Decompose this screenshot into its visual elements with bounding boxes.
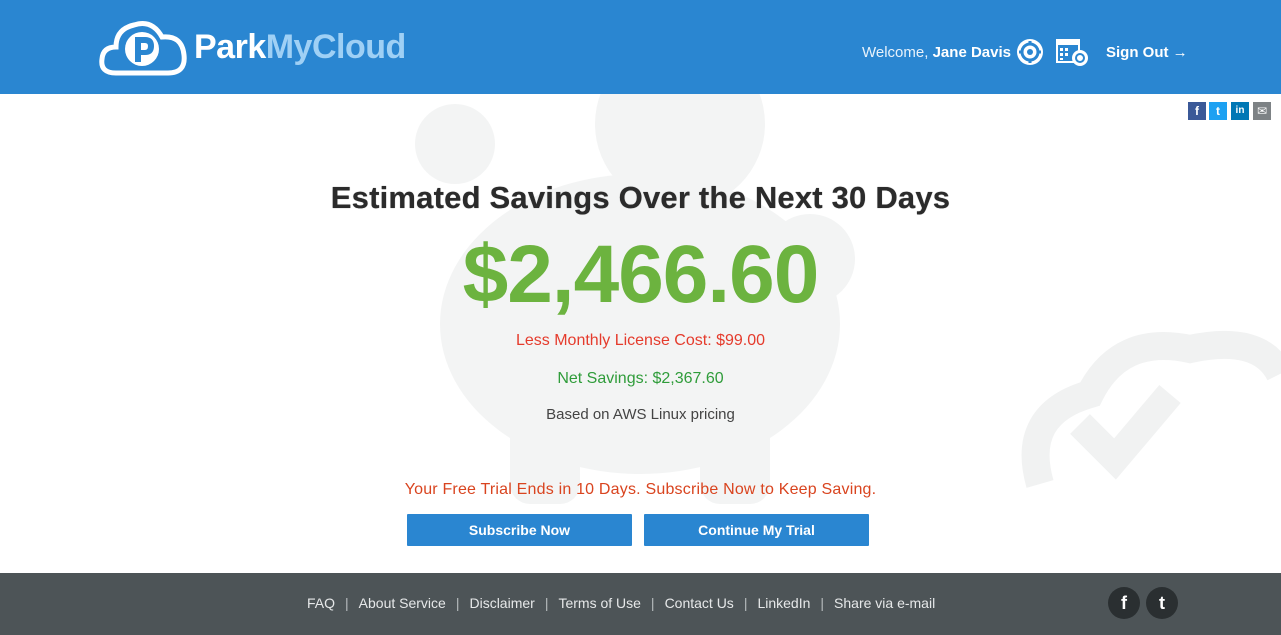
footer-separator: | [650,595,655,611]
facebook-share-icon[interactable]: f [1188,102,1206,120]
calendar-gear-icon[interactable] [1056,37,1090,67]
pricing-basis-text: Based on AWS Linux pricing [546,406,735,423]
twitter-share-icon[interactable]: t [1209,102,1227,120]
continue-trial-button[interactable]: Continue My Trial [644,514,869,546]
welcome-prefix: Welcome, [862,44,929,61]
savings-amount: $2,466.60 [462,229,820,320]
footer-bar: FAQ | About Service | Disclaimer | Terms of Us… [0,573,1281,635]
trial-notice: Your Free Trial Ends in 10 Days. Subscri… [404,481,877,498]
logo[interactable]: ParkMyCloud [98,14,418,80]
email-share-icon[interactable]: ✉ [1253,102,1271,120]
license-cost-text: Less Monthly License Cost: $99.00 [515,332,766,349]
welcome-text: Welcome, Jane Davis [862,44,1011,61]
parkmycloud-logo-icon [99,21,187,76]
logo-wordmark: ParkMyCloud [194,27,406,66]
facebook-icon[interactable]: f [1108,587,1140,619]
footer-links: FAQ | About Service | Disclaimer | Terms of Us… [307,595,935,611]
footer-link-terms[interactable]: Terms of Use [558,595,640,611]
linkedin-share-icon[interactable]: in [1231,102,1249,120]
footer-separator: | [544,595,549,611]
footer-link-share-email[interactable]: Share via e-mail [834,595,935,611]
sign-out-link[interactable]: Sign Out → [1106,44,1188,61]
subscribe-now-button[interactable]: Subscribe Now [407,514,632,546]
sign-out-label: Sign Out [1106,44,1169,61]
user-name: Jane Davis [932,44,1011,61]
header-bar: ParkMyCloud Welcome, Jane Davis Sign Out… [0,0,1281,94]
footer-separator: | [820,595,825,611]
footer-link-about[interactable]: About Service [359,595,446,611]
footer-link-linkedin[interactable]: LinkedIn [757,595,810,611]
footer-link-disclaimer[interactable]: Disclaimer [469,595,534,611]
arrow-right-icon: → [1172,44,1188,61]
footer-separator: | [345,595,349,611]
net-savings-text: Net Savings: $2,367.60 [557,370,724,387]
footer-link-contact[interactable]: Contact Us [665,595,734,611]
gear-icon[interactable] [1015,37,1045,67]
twitter-icon[interactable]: t [1146,587,1178,619]
footer-link-faq[interactable]: FAQ [307,595,335,611]
savings-title: Estimated Savings Over the Next 30 Days [330,180,951,215]
footer-separator: | [455,595,460,611]
footer-separator: | [743,595,748,611]
